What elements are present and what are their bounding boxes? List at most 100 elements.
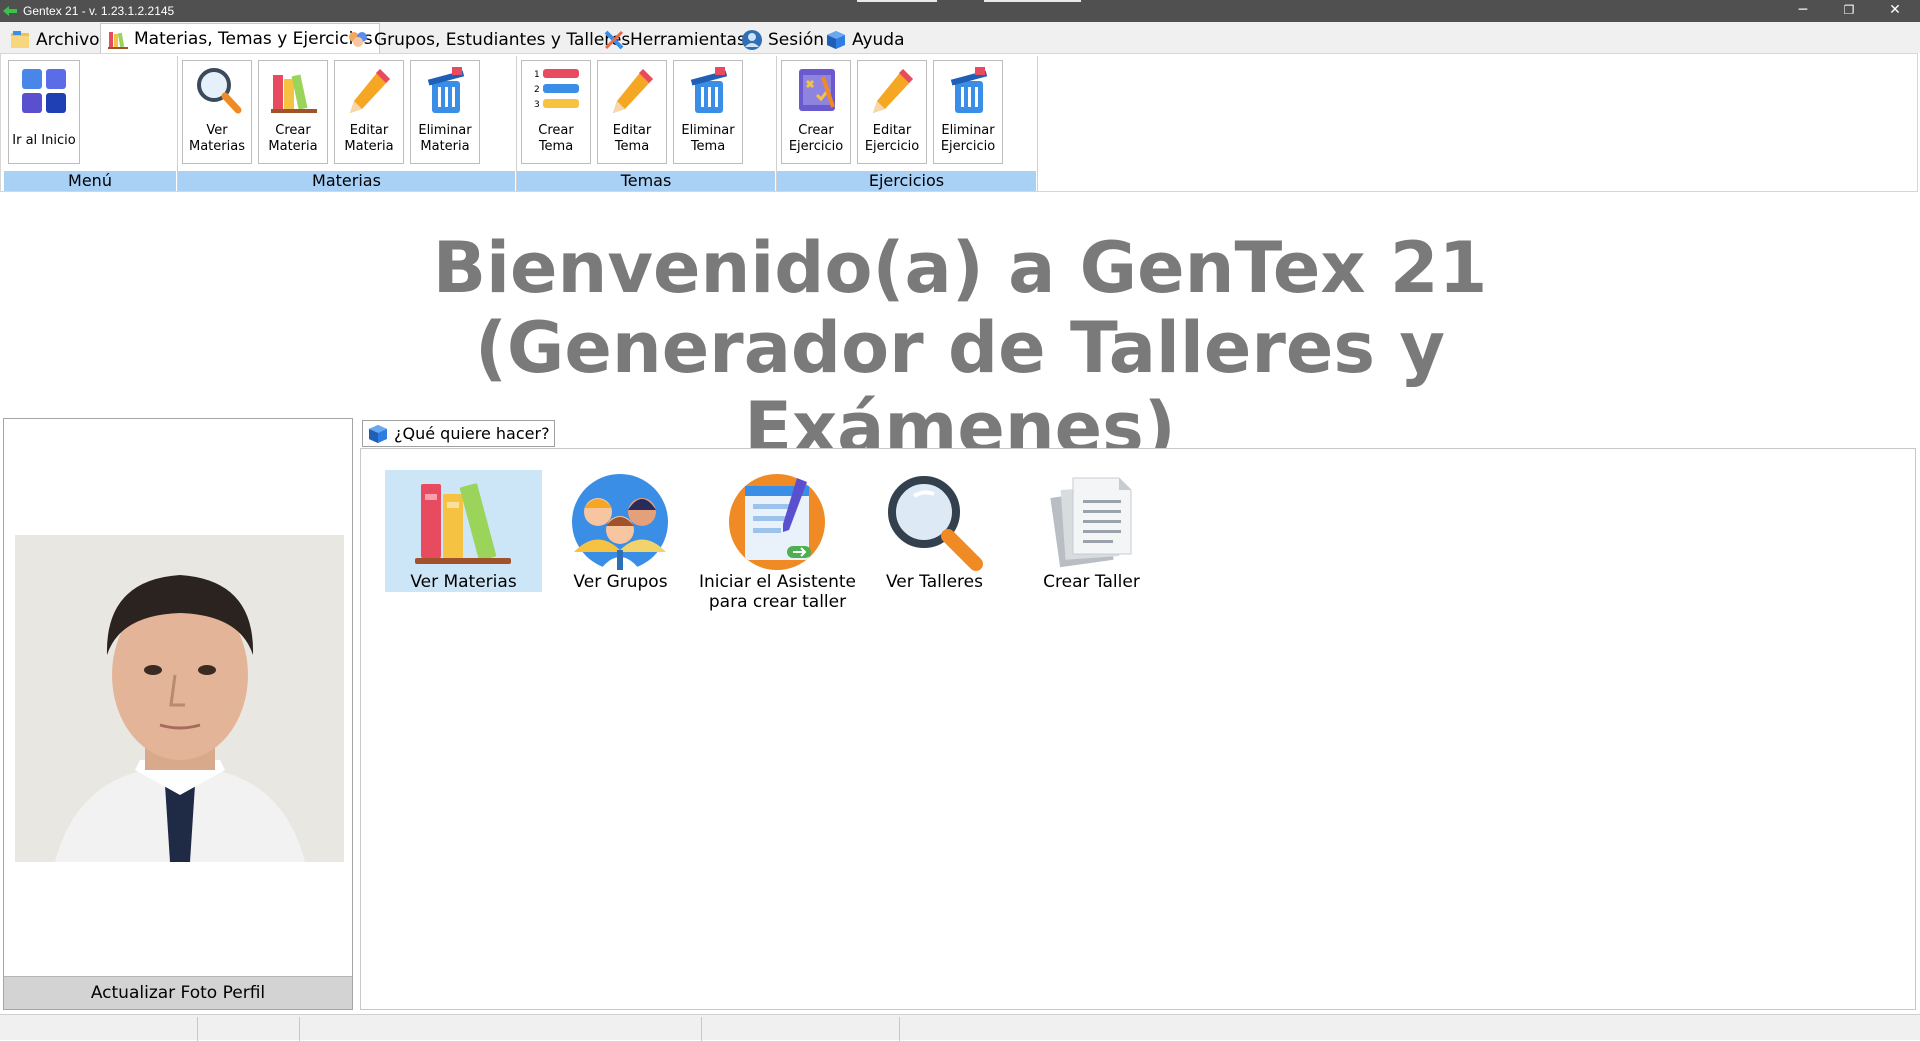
action-ver-grupos[interactable]: Ver Grupos	[542, 470, 699, 592]
user-icon	[742, 29, 762, 50]
ribbon-panel: Ir al Inicio Menú Ver Materias Crear Mat…	[0, 53, 1918, 192]
button-label: Editar Materia	[344, 123, 394, 154]
home-tiles-icon	[22, 69, 66, 113]
group-label: Ejercicios	[777, 171, 1036, 191]
svg-text:2: 2	[534, 85, 540, 95]
eliminar-ejercicio-button[interactable]: Eliminar Ejercicio	[933, 60, 1003, 164]
folder-icon	[11, 30, 29, 48]
pencil-icon	[350, 69, 390, 113]
editar-tema-button[interactable]: Editar Tema	[597, 60, 667, 164]
numbered-list-icon: 1 2 3	[534, 69, 579, 110]
group-label: Menú	[4, 171, 176, 191]
ribbon-group-materias: Ver Materias Crear Materia Editar Materi…	[178, 56, 517, 191]
ribbon-group-ejercicios: Crear Ejercicio Editar Ejercicio Elimina…	[777, 56, 1038, 191]
menu-tab-bar: Archivo Materias, Temas y Ejercicios Gru…	[0, 22, 1920, 53]
tab-label: Ayuda	[852, 29, 905, 50]
title-decoration	[984, 0, 1081, 2]
tab-label: Herramientas	[630, 29, 746, 50]
button-label: Eliminar Materia	[418, 123, 472, 154]
cube-icon	[827, 30, 845, 49]
tab-archivo[interactable]: Archivo	[2, 25, 107, 53]
tab-label: Sesión	[768, 29, 825, 50]
actions-header-label: ¿Qué quiere hacer?	[394, 424, 550, 443]
svg-text:1: 1	[534, 70, 540, 80]
tab-ayuda[interactable]: Ayuda	[818, 25, 912, 53]
ribbon-group-temas: 1 2 3 Crear Tema Editar Tema Eliminar Te…	[517, 56, 777, 191]
profile-panel: Actualizar Foto Perfil	[3, 418, 353, 1010]
tab-sesion[interactable]: Sesión	[734, 25, 831, 53]
crear-tema-button[interactable]: 1 2 3 Crear Tema	[521, 60, 591, 164]
trash-icon	[950, 67, 988, 113]
ver-materias-button[interactable]: Ver Materias	[182, 60, 252, 164]
cube-icon	[369, 424, 387, 443]
tools-icon	[604, 30, 624, 49]
update-photo-button[interactable]: Actualizar Foto Perfil	[4, 976, 352, 1009]
status-bar	[0, 1014, 1920, 1041]
button-label: Crear Ejercicio	[788, 123, 844, 154]
tab-herramientas[interactable]: Herramientas	[596, 25, 753, 53]
title-bar: Gentex 21 - v. 1.23.1.2.2145 ─ ❐ ✕	[0, 0, 1920, 22]
restore-button[interactable]: ❐	[1826, 0, 1872, 22]
action-crear-taller[interactable]: Crear Taller	[1013, 470, 1170, 592]
editar-materia-button[interactable]: Editar Materia	[334, 60, 404, 164]
actions-header: ¿Qué quiere hacer?	[362, 420, 555, 447]
group-label: Temas	[517, 171, 775, 191]
action-label: Ver Talleres	[886, 572, 983, 592]
tab-grupos-estudiantes-talleres[interactable]: Grupos, Estudiantes y Talleres	[340, 25, 637, 53]
magnifier-icon	[197, 68, 242, 114]
go-home-button[interactable]: Ir al Inicio	[8, 60, 80, 164]
status-cell	[198, 1017, 300, 1041]
minimize-button[interactable]: ─	[1780, 0, 1826, 22]
ribbon-group-menu: Ir al Inicio Menú	[4, 56, 178, 191]
documents-icon	[1050, 477, 1132, 568]
exercise-board-icon	[799, 69, 835, 111]
tab-label: Grupos, Estudiantes y Talleres	[374, 29, 631, 50]
button-label: Eliminar Tema	[681, 123, 735, 154]
status-cell	[300, 1017, 702, 1041]
books-icon	[108, 31, 128, 49]
books-icon	[271, 74, 317, 113]
group-label: Materias	[178, 171, 515, 191]
welcome-line-1: Bienvenido(a) a GenTex 21	[432, 227, 1488, 309]
action-label: Iniciar el Asistente para crear taller	[698, 572, 857, 612]
profile-photo	[15, 535, 344, 862]
group-divider	[1037, 56, 1038, 191]
books-icon	[415, 483, 511, 564]
action-label: Ver Grupos	[573, 572, 668, 592]
app-logo-icon	[3, 6, 17, 16]
button-label: Editar Ejercicio	[864, 123, 920, 154]
close-button[interactable]: ✕	[1872, 0, 1918, 22]
eliminar-materia-button[interactable]: Eliminar Materia	[410, 60, 480, 164]
tab-label: Materias, Temas y Ejercicios	[134, 28, 373, 49]
action-label: Crear Taller	[1043, 572, 1140, 592]
status-cell	[0, 1017, 198, 1041]
button-label: Ver Materias	[189, 123, 245, 154]
button-label: Editar Tema	[612, 123, 652, 154]
action-iniciar-asistente[interactable]: Iniciar el Asistente para crear taller	[699, 470, 856, 612]
editar-ejercicio-button[interactable]: Editar Ejercicio	[857, 60, 927, 164]
action-label: Ver Materias	[410, 572, 517, 592]
wizard-document-icon	[729, 474, 825, 570]
button-label: Eliminar Ejercicio	[940, 123, 996, 154]
window-title: Gentex 21 - v. 1.23.1.2.2145	[23, 4, 175, 18]
crear-ejercicio-button[interactable]: Crear Ejercicio	[781, 60, 851, 164]
action-ver-materias[interactable]: Ver Materias	[385, 470, 542, 592]
group-avatars-icon	[572, 474, 668, 570]
magnifier-icon	[888, 476, 983, 571]
trash-icon	[427, 67, 465, 113]
people-icon	[349, 31, 367, 47]
title-decoration	[857, 0, 937, 2]
action-ver-talleres[interactable]: Ver Talleres	[856, 470, 1013, 592]
svg-text:3: 3	[534, 100, 540, 110]
tab-materias-temas-ejercicios[interactable]: Materias, Temas y Ejercicios	[100, 23, 380, 53]
eliminar-tema-button[interactable]: Eliminar Tema	[673, 60, 743, 164]
trash-icon	[690, 67, 728, 113]
button-label: Ir al Inicio	[12, 133, 76, 148]
status-cell	[702, 1017, 900, 1041]
button-label: Crear Materia	[268, 123, 318, 154]
pencil-icon	[873, 69, 913, 113]
tab-label: Archivo	[36, 29, 100, 50]
button-label: Crear Tema	[538, 123, 574, 154]
crear-materia-button[interactable]: Crear Materia	[258, 60, 328, 164]
pencil-icon	[613, 69, 653, 113]
